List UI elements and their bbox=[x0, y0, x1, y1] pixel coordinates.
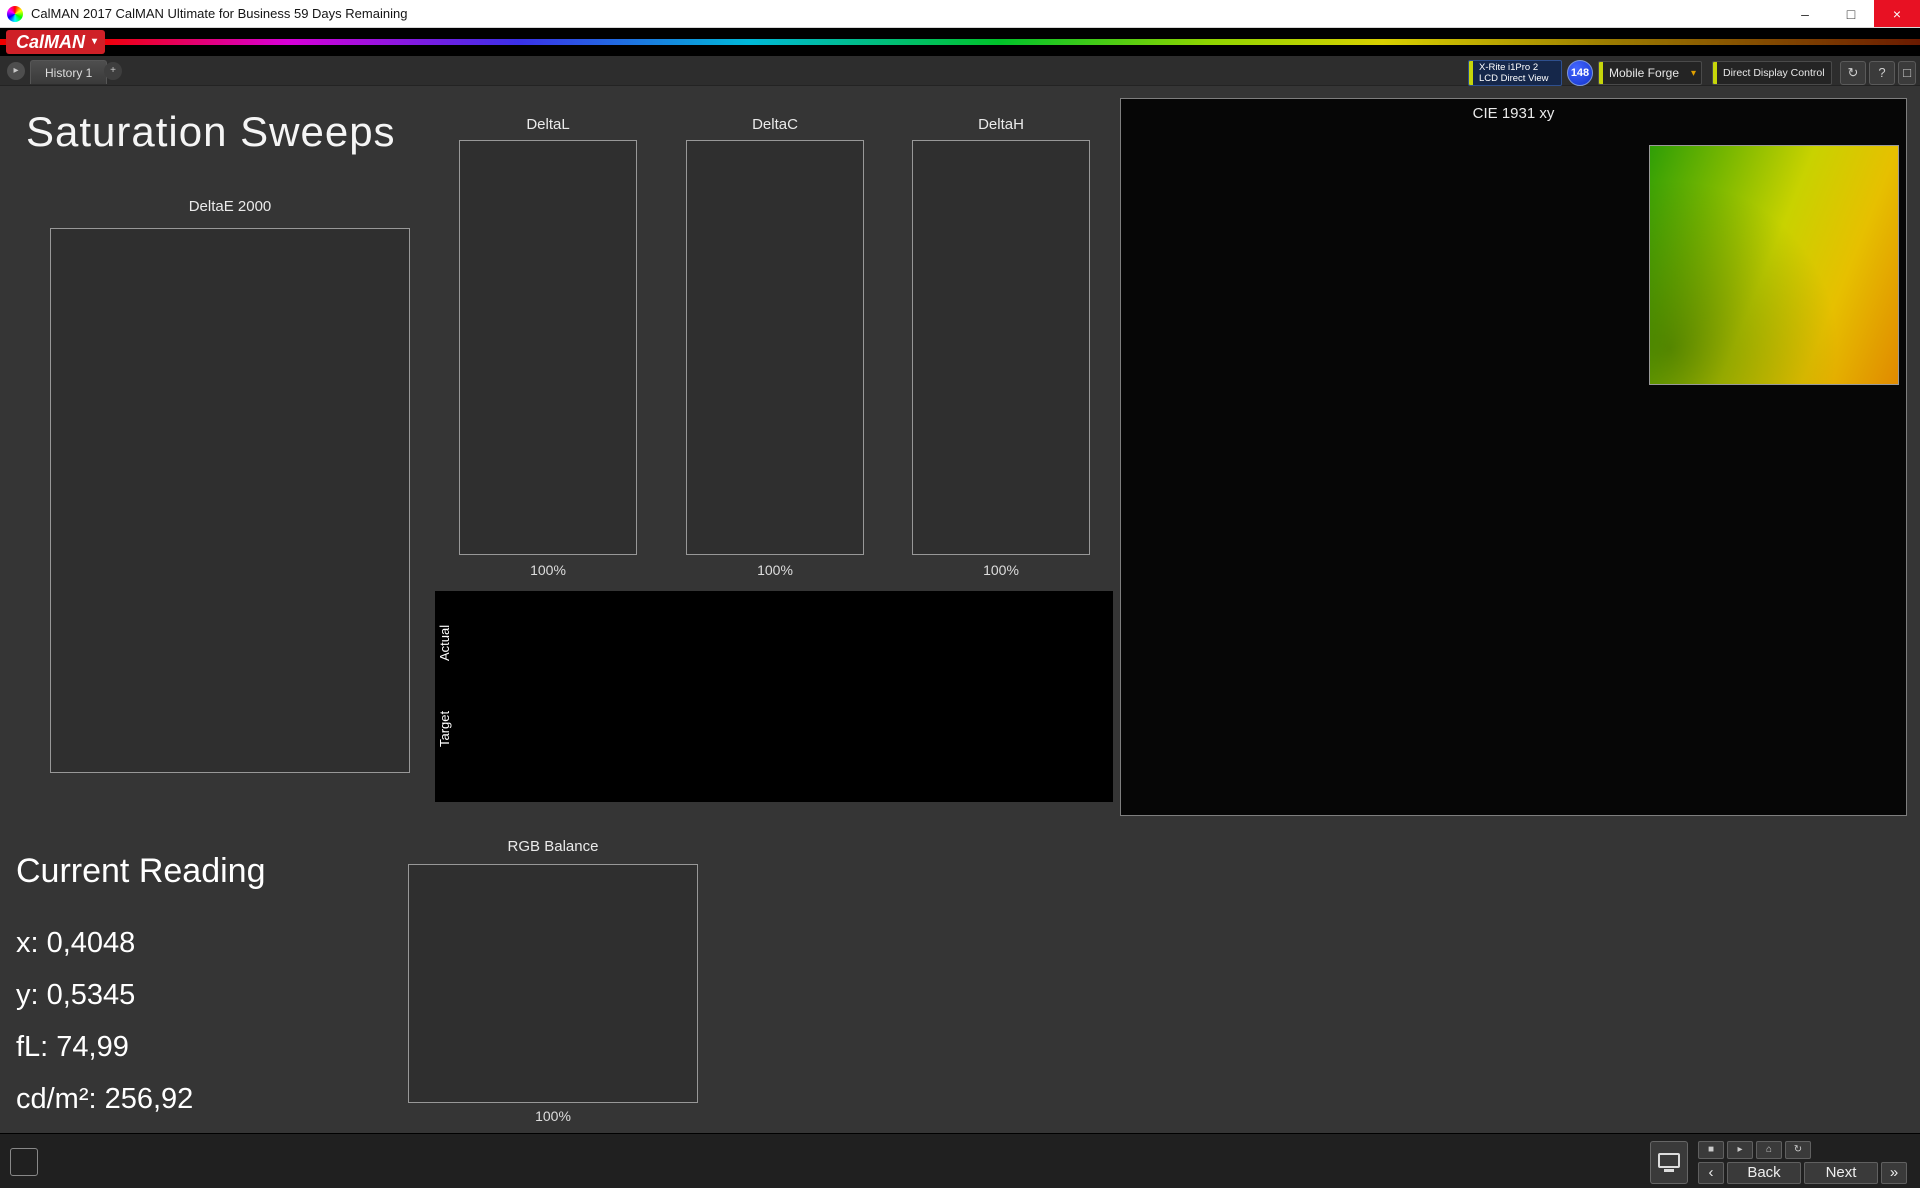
source-selector-button[interactable]: Mobile Forge ▾ bbox=[1598, 61, 1702, 85]
window-title: CalMAN 2017 CalMAN Ultimate for Business… bbox=[31, 6, 408, 21]
x-axis-label: 100% bbox=[535, 1108, 571, 1124]
stop-button[interactable]: ■ bbox=[1698, 1141, 1724, 1159]
delta-c-plot-area bbox=[686, 140, 864, 555]
meter-name: X-Rite i1Pro 2 bbox=[1479, 62, 1539, 73]
delta-l-plot-area bbox=[459, 140, 637, 555]
chevron-down-icon: ▾ bbox=[1690, 67, 1696, 79]
app-icon bbox=[7, 5, 23, 22]
minimize-button[interactable]: – bbox=[1782, 0, 1828, 27]
monitor-stand bbox=[1664, 1169, 1674, 1172]
reading-y: y: 0,5345 bbox=[16, 979, 136, 1011]
x-axis-label: 100% bbox=[757, 562, 793, 578]
delta-h-chart: DeltaH 100% bbox=[874, 112, 1090, 592]
actual-label: Actual bbox=[437, 624, 452, 662]
delta-e-plot-area bbox=[50, 228, 410, 773]
current-patch-swatch bbox=[10, 1148, 38, 1176]
logo-text: CalMAN bbox=[16, 32, 86, 52]
measurement-count-badge[interactable]: 148 bbox=[1567, 60, 1593, 86]
window-titlebar: CalMAN 2017 CalMAN Ultimate for Business… bbox=[0, 0, 1920, 28]
chart-title: DeltaH bbox=[978, 116, 1024, 133]
actual-target-swatch-panel: Actual Target bbox=[435, 591, 1113, 802]
monitor-icon bbox=[1658, 1153, 1680, 1168]
help-icon[interactable]: ? bbox=[1869, 61, 1895, 85]
refresh-icon[interactable]: ↻ bbox=[1785, 1141, 1811, 1159]
add-tab-button[interactable]: + bbox=[104, 62, 122, 80]
close-button[interactable]: × bbox=[1874, 0, 1920, 27]
display-control-name: Direct Display Control bbox=[1723, 67, 1825, 79]
cie-zoom-inset bbox=[1649, 145, 1899, 385]
chart-title: DeltaC bbox=[752, 116, 798, 133]
play-button[interactable]: ▸ bbox=[1727, 1141, 1753, 1159]
rgb-balance-plot-area bbox=[408, 864, 698, 1103]
tab-bar: ▸ History 1 + X-Rite i1Pro 2 LCD Direct … bbox=[0, 56, 1920, 86]
chart-title: DeltaL bbox=[526, 116, 570, 133]
chevron-left-icon[interactable]: ‹ bbox=[1698, 1162, 1724, 1184]
reading-cdm2: cd/m²: 256,92 bbox=[16, 1083, 194, 1115]
back-button[interactable]: Back bbox=[1727, 1162, 1801, 1184]
bottom-bar: ■ ▸ ⌂ ↻ ‹ Back Next » bbox=[0, 1133, 1920, 1188]
window-icon[interactable]: □ bbox=[1898, 61, 1916, 85]
rgb-balance-chart: RGB Balance 100% bbox=[368, 834, 708, 1134]
brand-bar: CalMAN ▾ bbox=[0, 28, 1920, 56]
x-axis-label: 100% bbox=[530, 562, 566, 578]
delta-h-plot-area bbox=[912, 140, 1090, 555]
calman-window: CalMAN 2017 CalMAN Ultimate for Business… bbox=[0, 0, 1920, 1188]
meter-selector-button[interactable]: X-Rite i1Pro 2 LCD Direct View bbox=[1468, 60, 1562, 86]
display-button[interactable] bbox=[1650, 1141, 1688, 1184]
cie-1931-chart: CIE 1931 xy bbox=[1120, 98, 1907, 816]
reading-x: x: 0,4048 bbox=[16, 927, 136, 959]
reading-fl: fL: 74,99 bbox=[16, 1031, 129, 1063]
refresh-icon[interactable]: ↻ bbox=[1840, 61, 1866, 85]
target-label: Target bbox=[437, 710, 452, 748]
chevron-down-icon: ▾ bbox=[92, 36, 98, 47]
delta-l-chart: DeltaL 100% bbox=[421, 112, 637, 592]
source-name: Mobile Forge bbox=[1609, 66, 1680, 80]
maximize-button[interactable]: □ bbox=[1828, 0, 1874, 27]
rainbow-strip bbox=[0, 39, 1920, 45]
current-reading-panel: Current Reading x: 0,4048 y: 0,5345 fL: … bbox=[16, 852, 265, 1125]
page-title: Saturation Sweeps bbox=[26, 108, 396, 155]
calman-logo-menu[interactable]: CalMAN ▾ bbox=[6, 30, 106, 54]
home-button[interactable]: ⌂ bbox=[1756, 1141, 1782, 1159]
meter-mode: LCD Direct View bbox=[1479, 73, 1549, 84]
current-reading-heading: Current Reading bbox=[16, 852, 266, 890]
delta-e-2000-chart: DeltaE 2000 bbox=[10, 194, 440, 814]
delta-c-chart: DeltaC 100% bbox=[648, 112, 864, 592]
x-axis-label: 100% bbox=[983, 562, 1019, 578]
chart-title: RGB Balance bbox=[507, 838, 599, 855]
tab-scroll-button[interactable]: ▸ bbox=[7, 62, 25, 80]
skip-forward-button[interactable]: » bbox=[1881, 1162, 1907, 1184]
chart-title: DeltaE 2000 bbox=[188, 198, 272, 215]
tab-history-1[interactable]: History 1 bbox=[30, 60, 108, 84]
display-control-button[interactable]: Direct Display Control bbox=[1712, 61, 1832, 85]
next-button[interactable]: Next bbox=[1804, 1162, 1878, 1184]
